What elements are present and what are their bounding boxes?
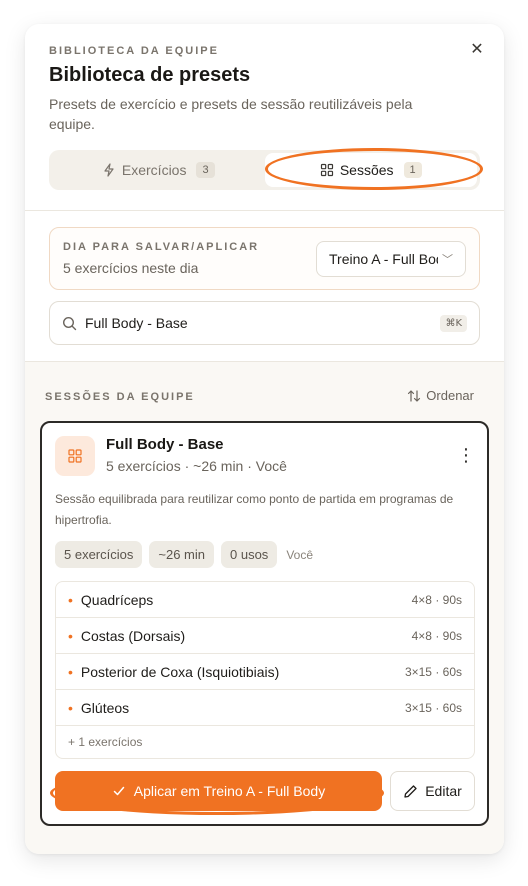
section-title: SESSÕES DA EQUIPE [45, 391, 195, 403]
chip-duration: ~26 min [149, 541, 214, 568]
shortcut-badge: ⌘K [440, 314, 467, 332]
day-picker-label: DIA PARA SALVAR/APLICAR [63, 241, 260, 253]
search-input[interactable] [85, 315, 441, 331]
session-preset-card[interactable]: Full Body - Base 5 exercícios · ~26 min … [40, 421, 489, 826]
tab-sessoes-label: Sessões [339, 162, 394, 178]
divider [25, 210, 504, 211]
exercise-name: Glúteos [80, 699, 130, 716]
exercise-list: • Quadríceps 4×8 · 90s • Costas (Dorsais… [55, 581, 475, 759]
grid-icon [320, 163, 333, 177]
day-select-value: Treino A - Full Body [329, 251, 438, 267]
dialog-title: Biblioteca de presets [49, 64, 251, 86]
more-exercises-label: + 1 exercícios [68, 735, 143, 749]
tab-switcher: Exercícios 3 Sessões 1 [49, 150, 480, 190]
lightning-icon [104, 163, 114, 177]
chip-exercise-count: 5 exercícios [55, 541, 143, 568]
bullet-icon: • [68, 663, 73, 680]
dialog-overline: BIBLIOTECA DA EQUIPE [49, 45, 219, 57]
exercise-name: Posterior de Coxa (Isquiotibiais) [80, 663, 280, 680]
list-item: • Quadríceps 4×8 · 90s [56, 582, 474, 618]
more-vertical-icon[interactable]: ⋮ [457, 445, 475, 465]
chip-uses: 0 usos [221, 541, 278, 568]
check-icon [113, 786, 125, 796]
edit-button-label: Editar [425, 783, 462, 799]
chevron-down-icon: ﹀ [442, 254, 453, 266]
bullet-icon: • [68, 627, 73, 644]
sort-icon [408, 389, 421, 402]
exercise-sets: 3×15 · 60s [404, 700, 462, 715]
exercise-name: Costas (Dorsais) [80, 627, 186, 644]
exercise-sets: 4×8 · 90s [411, 592, 462, 607]
close-icon[interactable]: ✕ [466, 38, 488, 60]
preset-meta: 5 exercícios · ~26 min · Você [106, 458, 287, 474]
grid-icon [68, 449, 82, 463]
pencil-icon [404, 784, 417, 798]
bullet-icon: • [68, 699, 73, 716]
session-icon [55, 436, 95, 476]
list-item: • Posterior de Coxa (Isquiotibiais) 3×15… [56, 654, 474, 690]
preset-chips: 5 exercícios ~26 min 0 usos Você [55, 541, 313, 568]
exercise-sets: 4×8 · 90s [411, 628, 462, 643]
edit-button[interactable]: Editar [390, 771, 475, 811]
dialog-description: Presets de exercício e presets de sessão… [49, 96, 413, 132]
list-item: • Glúteos 3×15 · 60s [56, 690, 474, 726]
apply-button[interactable]: Aplicar em Treino A - Full Body [55, 771, 382, 811]
day-select[interactable]: Treino A - Full Body ﹀ [316, 241, 466, 277]
list-item: • Costas (Dorsais) 4×8 · 90s [56, 618, 474, 654]
tab-sessoes-count: 1 [403, 162, 422, 178]
search-icon [62, 316, 77, 330]
preset-library-dialog: ✕ BIBLIOTECA DA EQUIPE Biblioteca de pre… [25, 24, 504, 854]
exercise-name: Quadríceps [80, 591, 154, 608]
day-picker-subtitle: 5 exercícios neste dia [63, 260, 199, 276]
tab-exercicios[interactable]: Exercícios 3 [52, 153, 265, 187]
preset-title: Full Body - Base [106, 436, 224, 453]
tab-exercicios-label: Exercícios [121, 162, 187, 178]
sort-label: Ordenar [426, 388, 474, 403]
exercise-sets: 3×15 · 60s [404, 664, 462, 679]
chip-owner: Você [286, 547, 314, 562]
tab-sessoes[interactable]: Sessões 1 [264, 153, 477, 187]
apply-button-label: Aplicar em Treino A - Full Body [133, 783, 326, 799]
tab-exercicios-count: 3 [196, 162, 215, 178]
day-picker-card: DIA PARA SALVAR/APLICAR 5 exercícios nes… [49, 227, 480, 290]
sort-button[interactable]: Ordenar [407, 388, 474, 403]
sessions-list: SESSÕES DA EQUIPE Ordenar Full Body - Ba… [25, 362, 504, 854]
bullet-icon: • [68, 591, 73, 608]
search-field[interactable]: ⌘K [49, 301, 480, 345]
preset-description: Sessão equilibrada para reutilizar como … [55, 492, 454, 527]
